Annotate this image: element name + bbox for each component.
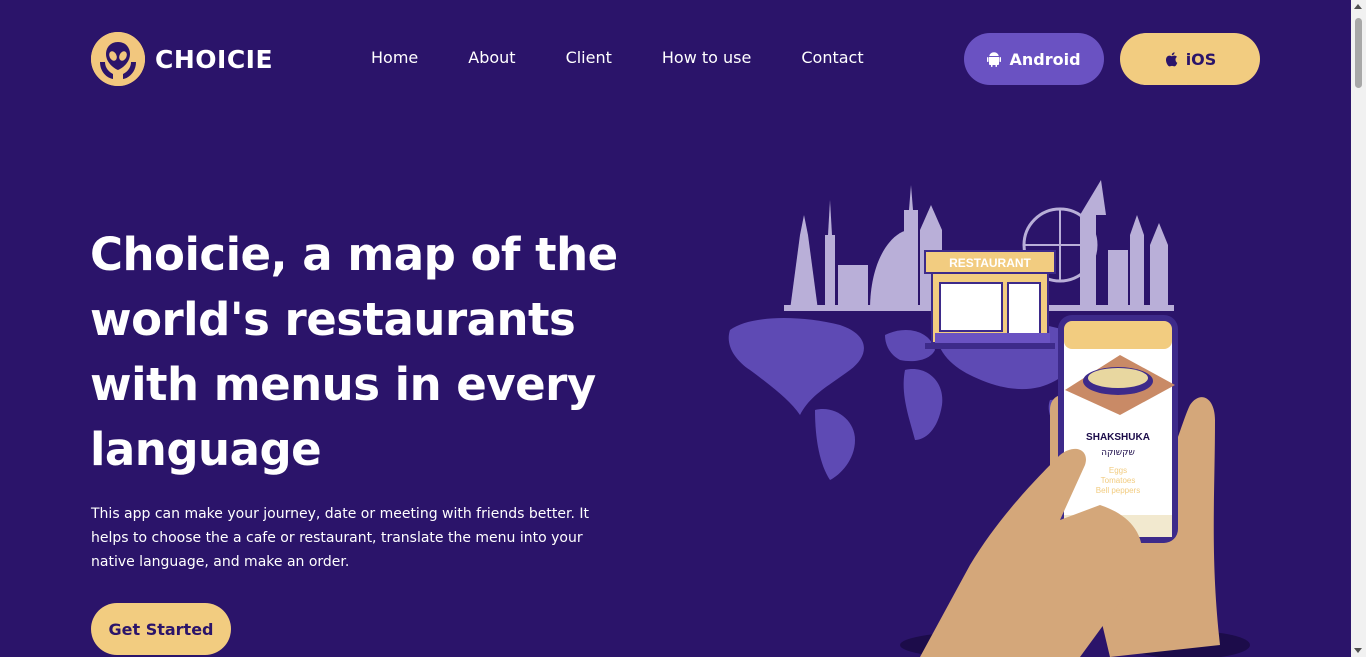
ingredient: Tomatoes [1101, 476, 1136, 485]
nav-contact[interactable]: Contact [801, 48, 863, 67]
get-started-button[interactable]: Get Started [91, 603, 231, 655]
apple-icon [1164, 51, 1178, 67]
alien-logo-icon [91, 32, 145, 86]
android-button[interactable]: Android [964, 33, 1104, 85]
nav-how-to-use[interactable]: How to use [662, 48, 751, 67]
scroll-down-icon[interactable] [1354, 648, 1362, 653]
brand-name: CHOICIE [155, 44, 274, 74]
android-icon [987, 51, 1002, 67]
ios-button[interactable]: iOS [1120, 33, 1260, 85]
nav-client[interactable]: Client [566, 48, 612, 67]
nav-about[interactable]: About [468, 48, 515, 67]
site-header: CHOICIE Home About Client How to use Con… [0, 0, 1366, 118]
dish-name-hebrew: שקשוקה [1101, 448, 1135, 458]
ingredient: Bell peppers [1096, 486, 1140, 495]
hand-holding-phone-icon: SHAKSHUKA שקשוקה Eggs Tomatoes Bell pepp… [900, 315, 1250, 657]
hero-illustration: RESTAURANT SHAKSHUKA שקשוקה Eggs Tomatoe… [720, 175, 1280, 657]
main-nav: Home About Client How to use Contact [371, 48, 864, 67]
page-scrollbar[interactable] [1351, 0, 1366, 657]
ios-label: iOS [1185, 49, 1217, 69]
scroll-up-icon[interactable] [1354, 4, 1362, 9]
ingredient: Eggs [1109, 466, 1127, 475]
dish-name: SHAKSHUKA [1086, 432, 1150, 443]
hero-title: Choicie, a map of the world's restaurant… [90, 228, 618, 476]
hero-description: This app can make your journey, date or … [91, 506, 589, 570]
restaurant-building-icon: RESTAURANT [924, 250, 1056, 349]
android-label: Android [1009, 49, 1081, 69]
restaurant-sign: RESTAURANT [949, 256, 1031, 270]
brand-logo[interactable]: CHOICIE [91, 32, 273, 86]
scrollbar-thumb[interactable] [1355, 18, 1362, 88]
nav-home[interactable]: Home [371, 48, 418, 67]
